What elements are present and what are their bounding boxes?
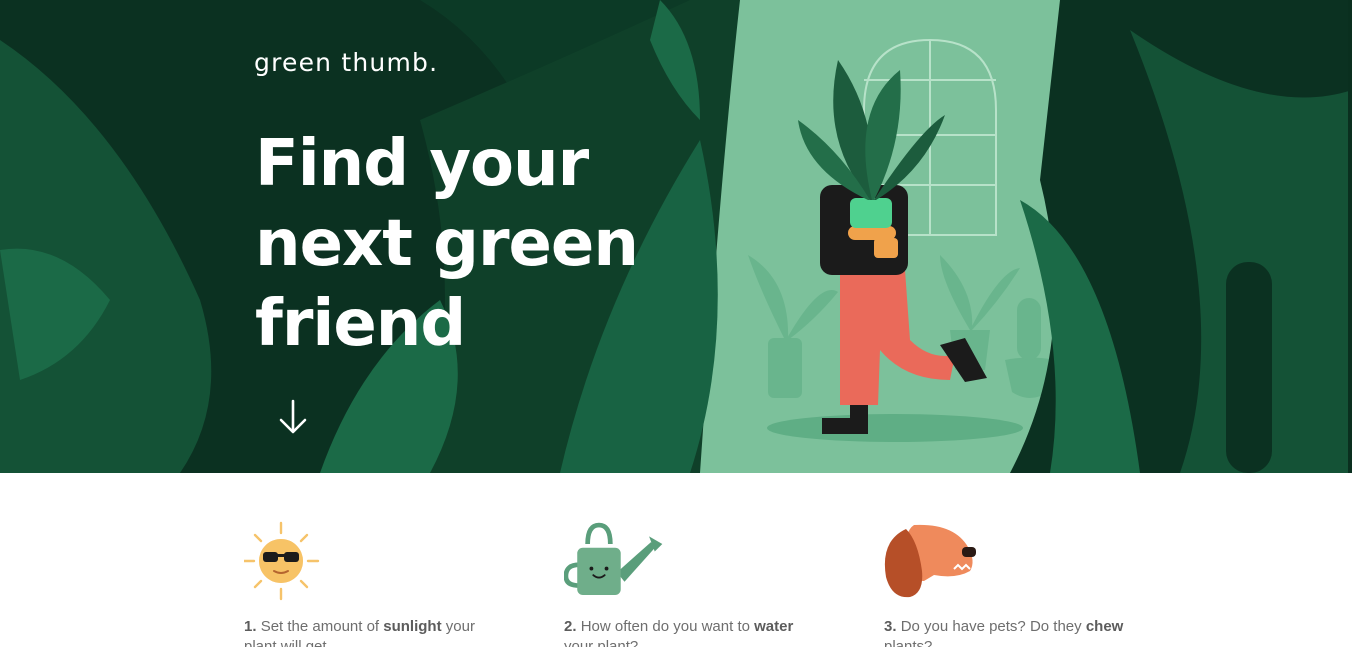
step-2-bold: water xyxy=(754,618,794,635)
step-watering[interactable]: 2. How often do you want to water your p… xyxy=(564,521,804,647)
step-1-text: 1. Set the amount of sunlight your plant… xyxy=(244,617,484,647)
step-3-text-after: plants? xyxy=(884,638,933,647)
dog-icon xyxy=(884,524,976,598)
hero-section: green thumb. Find your next green friend xyxy=(0,0,1352,473)
step-sunlight[interactable]: 1. Set the amount of sunlight your plant… xyxy=(244,521,484,647)
arrow-down-icon[interactable] xyxy=(276,398,310,436)
step-3-text-before: Do you have pets? Do they xyxy=(900,618,1086,635)
step-2-text: 2. How often do you want to water your p… xyxy=(564,617,804,647)
brand-logo[interactable]: green thumb. xyxy=(254,48,438,77)
step-2-text-before: How often do you want to xyxy=(580,618,755,635)
step-pets[interactable]: 3. Do you have pets? Do they chew plants… xyxy=(884,521,1124,647)
step-2-text-after: your plant? xyxy=(564,638,639,647)
step-1-number: 1. xyxy=(244,618,257,635)
headline-line-1: Find your xyxy=(255,127,589,201)
step-3-number: 3. xyxy=(884,618,897,635)
headline-line-2: next green xyxy=(255,207,639,281)
hero-headline: Find your next green friend xyxy=(255,124,675,364)
step-1-text-before: Set the amount of xyxy=(260,618,384,635)
step-3-bold: chew xyxy=(1085,618,1124,635)
steps-section: 1. Set the amount of sunlight your plant… xyxy=(0,473,1352,647)
step-2-number: 2. xyxy=(564,618,577,635)
watering-can-icon xyxy=(564,522,663,596)
sun-with-sunglasses-icon xyxy=(244,521,320,601)
hero-illustration xyxy=(0,0,1352,473)
scrollbar[interactable] xyxy=(1348,0,1352,473)
step-1-bold: sunlight xyxy=(383,618,442,635)
headline-line-3: friend xyxy=(255,287,466,361)
step-3-text: 3. Do you have pets? Do they chew plants… xyxy=(884,617,1124,647)
